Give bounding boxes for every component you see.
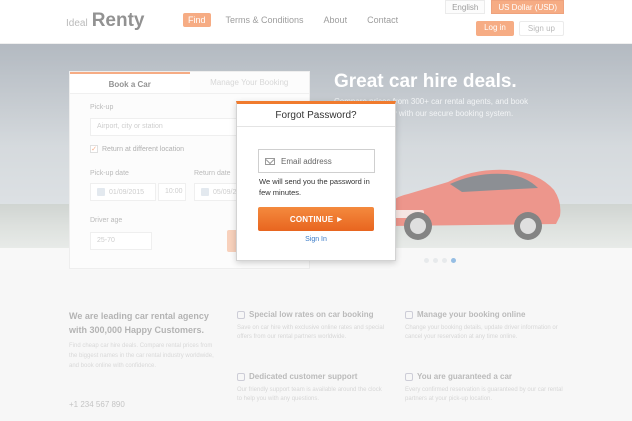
continue-button[interactable]: CONTINUE ▶ <box>258 207 374 231</box>
email-field[interactable] <box>258 149 375 173</box>
help-text: We will send you the password in few min… <box>259 177 370 197</box>
caret-right-icon: ▶ <box>337 216 343 223</box>
modal-title: Forgot Password? <box>237 104 395 127</box>
email-input[interactable] <box>279 155 374 167</box>
continue-label: CONTINUE <box>289 214 334 224</box>
sign-in-link[interactable]: Sign In <box>237 236 395 243</box>
forgot-password-modal: Forgot Password? We will send you the pa… <box>236 101 396 261</box>
envelope-icon <box>265 157 275 165</box>
